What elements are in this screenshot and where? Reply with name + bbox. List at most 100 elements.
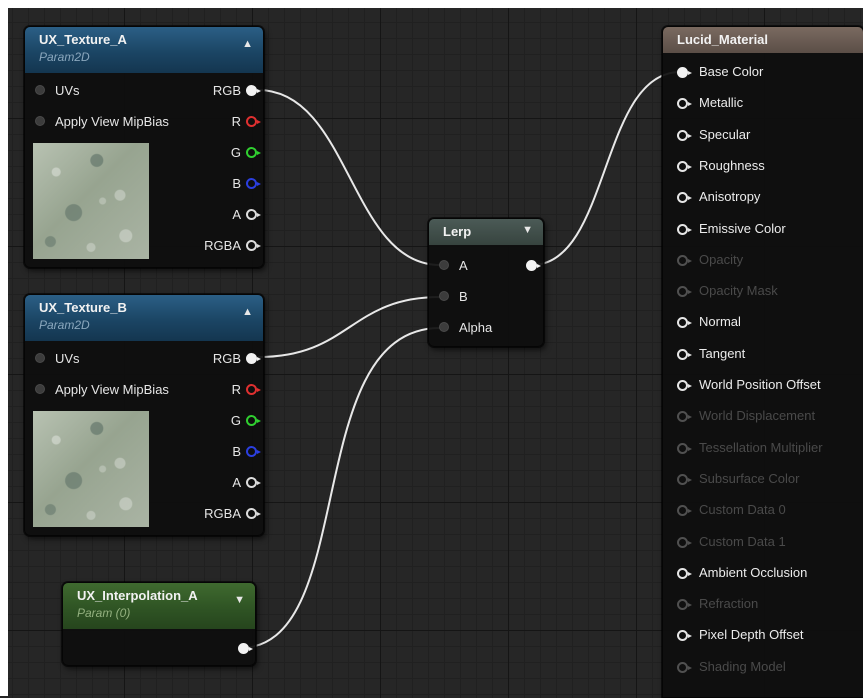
output-pin-icon[interactable] [246,508,261,519]
lerp-node[interactable]: Lerp ▼ A B Alpha [428,218,544,347]
input-pin-icon[interactable] [677,160,692,172]
lerp-input-b[interactable]: B [439,286,519,308]
collapse-arrow-icon[interactable]: ▲ [242,38,253,50]
input-pin-icon[interactable] [677,192,692,204]
dropdown-arrow-icon[interactable]: ▼ [234,594,245,606]
input-pin-icon[interactable] [677,599,692,611]
lerp-header[interactable]: Lerp ▼ [429,219,543,245]
interpolation-header[interactable]: UX_Interpolation_A Param (0) ▼ [63,583,255,629]
material-pin-tessellation-multiplier[interactable]: Tessellation Multiplier [663,437,863,459]
output-pin-icon[interactable] [238,643,253,654]
output-pin-icon[interactable] [246,85,261,96]
texture-b-output-rgb[interactable]: RGB [193,348,263,370]
lerp-input-alpha[interactable]: Alpha [439,317,519,339]
input-pin-icon[interactable] [677,536,692,548]
input-pin-icon[interactable] [677,348,692,360]
material-pin-specular[interactable]: Specular [663,124,863,146]
material-pin-roughness[interactable]: Roughness [663,155,863,177]
material-pin-subsurface-color[interactable]: Subsurface Color [663,468,863,490]
input-pin-icon[interactable] [677,98,692,110]
material-pin-normal[interactable]: Normal [663,311,863,333]
input-pin-icon[interactable] [677,567,692,579]
output-pin-icon[interactable] [246,384,261,395]
input-pin-icon[interactable] [677,473,692,485]
texture-a-input-mipbias[interactable]: Apply View MipBias [35,111,205,133]
output-pin-icon[interactable] [246,446,261,457]
wire-interpolation-to-lerp-alpha[interactable] [239,327,441,649]
input-pin-icon[interactable] [677,254,692,266]
material-pin-ambient-occlusion[interactable]: Ambient Occlusion [663,562,863,584]
interpolation-output[interactable] [215,638,255,660]
texture-b-output-rgba[interactable]: RGBA [173,503,263,525]
material-pin-emissive-color[interactable]: Emissive Color [663,218,863,240]
input-pin-icon[interactable] [35,85,45,95]
material-pin-custom-data-0[interactable]: Custom Data 0 [663,499,863,521]
output-pin-icon[interactable] [246,477,261,488]
material-pin-metallic[interactable]: Metallic [663,92,863,114]
input-pin-icon[interactable] [677,411,692,423]
input-pin-icon[interactable] [35,353,45,363]
texture-a-output-g[interactable]: G [193,142,263,164]
output-pin-icon[interactable] [246,147,261,158]
texture-a-output-rgba[interactable]: RGBA [173,235,263,257]
texture-a-node[interactable]: UX_Texture_A Param2D ▲ UVs Apply View Mi… [24,26,264,268]
output-pin-icon[interactable] [246,353,261,364]
input-pin-icon[interactable] [677,129,692,141]
material-pin-base-color[interactable]: Base Color [663,61,863,83]
output-pin-icon[interactable] [246,415,261,426]
lerp-output[interactable] [503,255,543,277]
dropdown-arrow-icon[interactable]: ▼ [522,224,533,236]
output-pin-icon[interactable] [246,178,261,189]
input-pin-icon[interactable] [677,661,692,673]
wire-texture-b-rgb-to-lerp-b[interactable] [257,296,441,358]
material-pin-world-position-offset[interactable]: World Position Offset [663,374,863,396]
material-pin-opacity[interactable]: Opacity [663,249,863,271]
wire-texture-a-rgb-to-lerp-a[interactable] [257,89,441,266]
input-pin-icon[interactable] [35,116,45,126]
texture-a-output-r[interactable]: R [193,111,263,133]
texture-a-output-a[interactable]: A [193,204,263,226]
material-pin-world-displacement[interactable]: World Displacement [663,405,863,427]
output-pin-icon[interactable] [246,240,261,251]
texture-a-input-uvs[interactable]: UVs [35,80,195,102]
texture-b-output-b[interactable]: B [193,441,263,463]
input-pin-icon[interactable] [677,442,692,454]
texture-b-input-uvs[interactable]: UVs [35,348,195,370]
input-pin-icon[interactable] [439,260,449,270]
texture-b-output-a[interactable]: A [193,472,263,494]
pin-label: Ambient Occlusion [699,564,808,580]
material-pin-custom-data-1[interactable]: Custom Data 1 [663,531,863,553]
input-pin-icon[interactable] [677,67,692,78]
input-pin-icon[interactable] [677,223,692,235]
input-pin-icon[interactable] [677,505,692,517]
texture-b-header[interactable]: UX_Texture_B Param2D ▲ [25,295,263,341]
input-pin-icon[interactable] [439,291,449,301]
material-pin-opacity-mask[interactable]: Opacity Mask [663,280,863,302]
wire-lerp-to-base-color[interactable] [531,71,681,266]
input-pin-icon[interactable] [439,322,449,332]
texture-b-node[interactable]: UX_Texture_B Param2D ▲ UVs Apply View Mi… [24,294,264,536]
material-pin-anisotropy[interactable]: Anisotropy [663,186,863,208]
input-pin-icon[interactable] [677,380,692,391]
input-pin-icon[interactable] [35,384,45,394]
texture-b-input-mipbias[interactable]: Apply View MipBias [35,379,205,401]
material-pin-pixel-depth-offset[interactable]: Pixel Depth Offset [663,624,863,646]
output-pin-icon[interactable] [246,116,261,127]
texture-b-output-g[interactable]: G [193,410,263,432]
material-node[interactable]: Lucid_Material Base Color Metallic Specula… [662,26,863,698]
material-pin-shading-model[interactable]: Shading Model [663,656,863,678]
texture-a-output-rgb[interactable]: RGB [193,80,263,102]
material-pin-tangent[interactable]: Tangent [663,343,863,365]
texture-b-output-r[interactable]: R [193,379,263,401]
material-header[interactable]: Lucid_Material [663,27,863,53]
interpolation-node[interactable]: UX_Interpolation_A Param (0) ▼ [62,582,256,666]
output-pin-icon[interactable] [526,260,541,271]
material-pin-refraction[interactable]: Refraction [663,593,863,615]
texture-a-output-b[interactable]: B [193,173,263,195]
collapse-arrow-icon[interactable]: ▲ [242,306,253,318]
texture-a-header[interactable]: UX_Texture_A Param2D ▲ [25,27,263,73]
input-pin-icon[interactable] [677,630,692,642]
output-pin-icon[interactable] [246,209,261,220]
input-pin-icon[interactable] [677,286,692,298]
input-pin-icon[interactable] [677,317,692,329]
